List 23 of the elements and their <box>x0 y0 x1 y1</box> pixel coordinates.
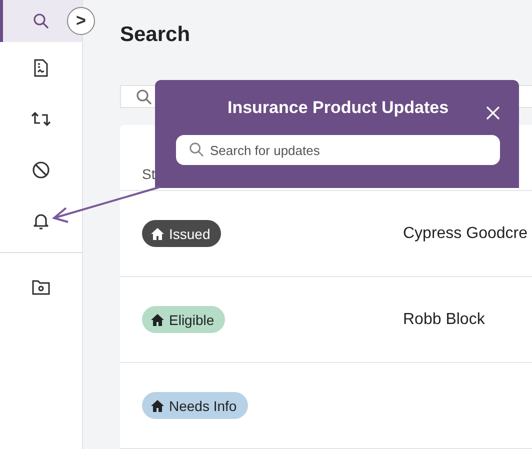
search-icon <box>135 88 153 106</box>
applicant-name: Cypress Goodcre <box>403 224 528 242</box>
search-icon <box>188 141 205 158</box>
status-label: Issued <box>169 226 210 242</box>
page-title: Search <box>120 22 192 48</box>
swap-arrows-icon <box>31 110 51 126</box>
bell-icon <box>33 212 49 230</box>
expand-button[interactable]: > <box>67 7 95 35</box>
search-nav-item[interactable] <box>0 0 66 42</box>
status-label: Needs Info <box>169 398 237 414</box>
block-icon <box>32 160 50 178</box>
close-icon[interactable] <box>486 106 500 120</box>
home-icon <box>151 314 164 326</box>
home-icon <box>151 228 164 240</box>
status-label: Eligible <box>169 312 214 328</box>
document-icon <box>34 58 48 76</box>
search-icon <box>32 12 50 30</box>
home-icon <box>151 400 164 412</box>
column-header: St <box>142 166 156 182</box>
updates-search-field[interactable]: Search for updates <box>176 135 500 165</box>
applicant-name: Robb Block <box>403 310 485 328</box>
folder-gear-icon <box>32 278 50 294</box>
popup-title: Insurance Product Updates <box>227 98 449 118</box>
